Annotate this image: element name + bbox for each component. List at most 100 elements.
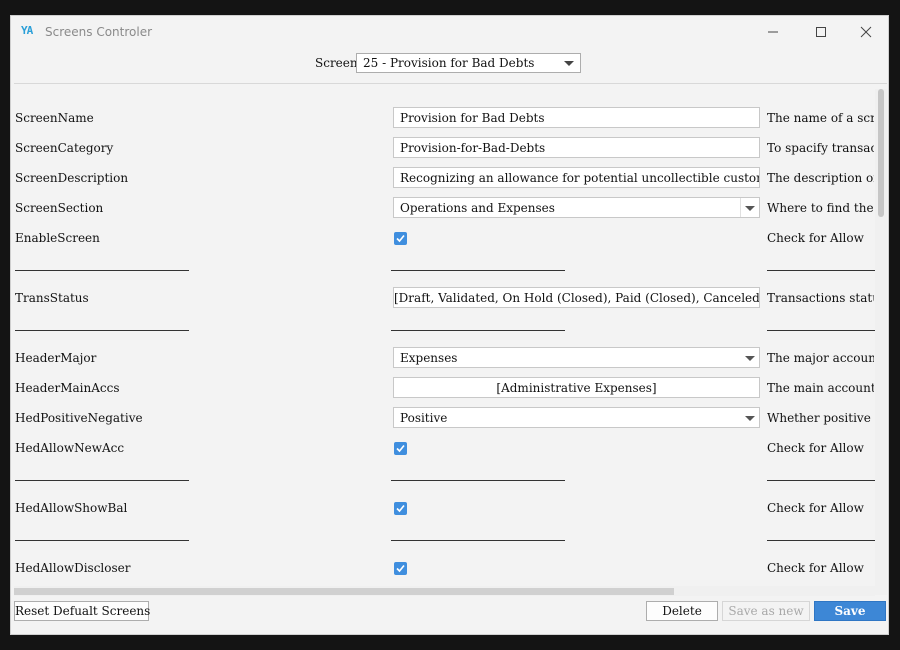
row-description: Whether positive or ne (767, 411, 874, 425)
row-label: HedPositiveNegative (15, 411, 143, 425)
row-hed-allow-discloser: HedAllowDiscloser Check for Allow (14, 553, 874, 583)
screen-selector-bar: Screen: 25 - Provision for Bad Debts (11, 48, 888, 82)
screen-label: Screen: (315, 56, 362, 70)
save-as-new-button[interactable]: Save as new (722, 601, 810, 621)
row-label: TransStatus (15, 291, 89, 305)
row-label: HedAllowNewAcc (15, 441, 125, 455)
horizontal-scrollbar[interactable] (14, 586, 875, 596)
row-screen-name: ScreenName Provision for Bad Debts The n… (14, 103, 874, 133)
row-label: HedAllowShowBal (15, 501, 128, 515)
row-label: HedAllowDiscloser (15, 561, 131, 575)
row-description: Transactions status av (767, 291, 874, 305)
maximize-icon (816, 27, 826, 37)
header-major-select[interactable]: Expenses (393, 347, 760, 368)
row-description: Check for Allow (767, 501, 864, 515)
divider-line (15, 480, 189, 481)
row-hed-allow-show-bal: HedAllowShowBal Check for Allow (14, 493, 874, 523)
row-description: The name of a screen (767, 111, 874, 125)
row-description: To spacify transaction (767, 141, 874, 155)
row-description: Check for Allow (767, 561, 864, 575)
screen-select[interactable]: 25 - Provision for Bad Debts (356, 53, 581, 73)
app-logo-icon: YA (21, 24, 33, 37)
minimize-button[interactable] (751, 16, 795, 48)
row-trans-status: TransStatus [Draft, Validated, On Hold (… (14, 283, 874, 313)
screen-name-input[interactable]: Provision for Bad Debts (393, 107, 760, 128)
divider-line (15, 540, 189, 541)
horizontal-scrollbar-thumb[interactable] (14, 588, 674, 595)
save-button[interactable]: Save (814, 601, 886, 621)
section-divider (14, 463, 877, 493)
trans-status-input[interactable]: [Draft, Validated, On Hold (Closed), Pai… (393, 287, 760, 308)
header-main-accs-input[interactable]: [Administrative Expenses] (393, 377, 760, 398)
divider-line (767, 330, 877, 331)
row-screen-category: ScreenCategory Provision-for-Bad-Debts T… (14, 133, 874, 163)
delete-button[interactable]: Delete (646, 601, 718, 621)
close-icon (860, 26, 872, 38)
row-label: HeaderMajor (15, 351, 97, 365)
input-value: Provision for Bad Debts (400, 111, 545, 125)
divider-line (767, 480, 877, 481)
checkmark-icon (396, 234, 405, 243)
maximize-button[interactable] (799, 16, 843, 48)
row-hed-allow-new-acc: HedAllowNewAcc Check for Allow (14, 433, 874, 463)
select-value: Positive (400, 411, 448, 425)
row-enable-screen: EnableScreen Check for Allow (14, 223, 874, 253)
input-value: [Administrative Expenses] (496, 381, 657, 395)
section-divider (14, 313, 877, 343)
properties-panel[interactable]: ScreenName Provision for Bad Debts The n… (14, 83, 887, 596)
screens-controller-window: YA Screens Controler Screen: 25 - Provis… (10, 15, 889, 635)
row-screen-section: ScreenSection Operations and Expenses Wh… (14, 193, 874, 223)
vertical-scrollbar[interactable] (875, 89, 887, 595)
row-description: The main accounts for (767, 381, 874, 395)
row-label: ScreenCategory (15, 141, 114, 155)
enable-screen-checkbox[interactable] (394, 232, 407, 245)
hed-allow-discloser-checkbox[interactable] (394, 562, 407, 575)
checkmark-icon (396, 504, 405, 513)
section-divider (14, 523, 877, 553)
chevron-down-icon (745, 416, 755, 421)
input-value: Provision-for-Bad-Debts (400, 141, 546, 155)
screen-section-select[interactable]: Operations and Expenses (393, 197, 760, 218)
divider-line (391, 270, 565, 271)
screen-select-value: 25 - Provision for Bad Debts (363, 56, 535, 70)
input-value: Recognizing an allowance for potential u… (400, 171, 759, 185)
row-label: ScreenSection (15, 201, 104, 215)
row-header-main-accs: HeaderMainAccs [Administrative Expenses]… (14, 373, 874, 403)
close-button[interactable] (844, 16, 888, 48)
chevron-down-icon (564, 61, 574, 66)
select-value: Operations and Expenses (400, 201, 555, 215)
footer-bar: Reset Defualt Screens Delete Save as new… (11, 597, 888, 634)
input-value: [Draft, Validated, On Hold (Closed), Pai… (394, 291, 760, 305)
screen-description-input[interactable]: Recognizing an allowance for potential u… (393, 167, 760, 188)
checkmark-icon (396, 564, 405, 573)
screen-category-input[interactable]: Provision-for-Bad-Debts (393, 137, 760, 158)
section-divider (14, 253, 877, 283)
reset-default-screens-button[interactable]: Reset Defualt Screens (14, 601, 150, 621)
row-label: ScreenName (15, 111, 94, 125)
hed-allow-show-bal-checkbox[interactable] (394, 502, 407, 515)
vertical-scrollbar-thumb[interactable] (878, 89, 884, 217)
row-label: HeaderMainAccs (15, 381, 120, 395)
chevron-down-icon (745, 356, 755, 361)
row-description: Where to find the scree (767, 201, 874, 215)
divider-line (767, 540, 877, 541)
title-bar: YA Screens Controler (11, 16, 888, 48)
select-value: Expenses (400, 351, 458, 365)
row-description: Check for Allow (767, 441, 864, 455)
divider-line (391, 480, 565, 481)
divider-line (15, 330, 189, 331)
divider-line (391, 330, 565, 331)
row-description: Check for Allow (767, 231, 864, 245)
row-header-major: HeaderMajor Expenses The major account f… (14, 343, 874, 373)
divider-line (767, 270, 877, 271)
row-label: EnableScreen (15, 231, 100, 245)
hed-allow-new-acc-checkbox[interactable] (394, 442, 407, 455)
row-description: The description of a sc (767, 171, 874, 185)
hed-positive-negative-select[interactable]: Positive (393, 407, 760, 428)
combo-separator (740, 198, 741, 217)
window-title: Screens Controler (45, 25, 153, 39)
checkmark-icon (396, 444, 405, 453)
divider-line (391, 540, 565, 541)
chevron-down-icon (745, 206, 755, 211)
row-label: ScreenDescription (15, 171, 129, 185)
